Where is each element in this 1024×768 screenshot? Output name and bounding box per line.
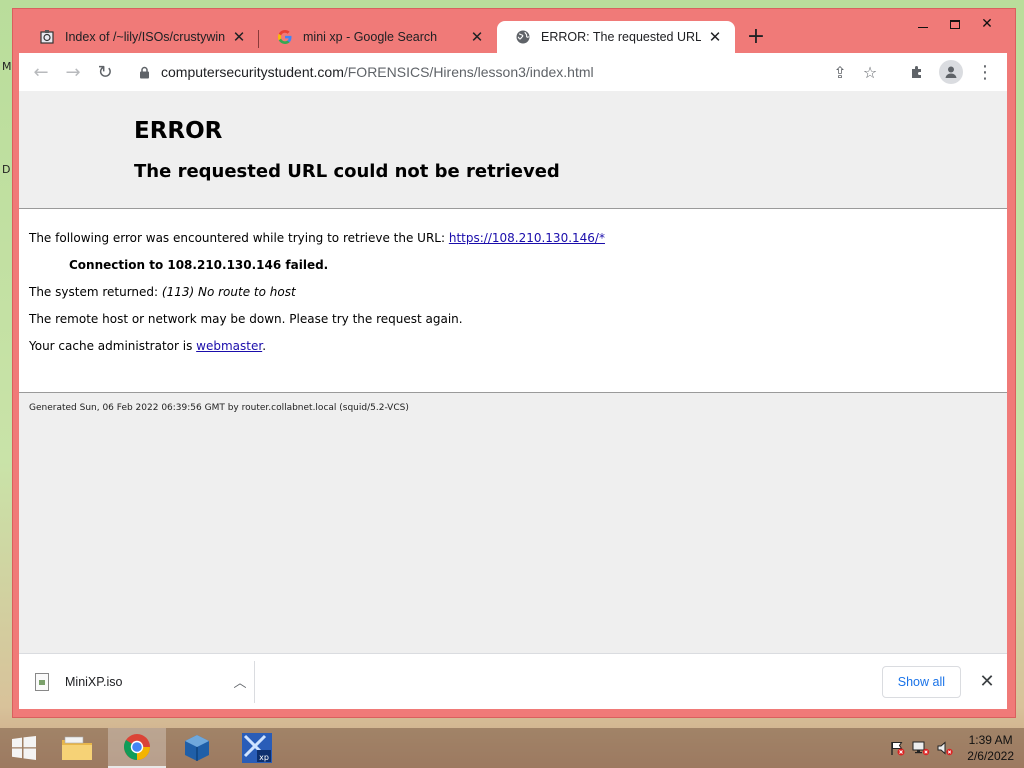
page-title: ERROR — [134, 118, 223, 144]
bookmark-star-icon[interactable]: ☆ — [855, 58, 885, 86]
file-explorer-icon[interactable] — [48, 728, 106, 768]
desktop-mark-d: D — [2, 163, 11, 176]
iso-file-icon — [35, 672, 49, 691]
virtualbox-icon[interactable] — [168, 728, 226, 768]
generated-footer-text: Generated Sun, 06 Feb 2022 06:39:56 GMT … — [29, 403, 409, 413]
minimize-button[interactable] — [907, 13, 939, 35]
address-bar[interactable]: computersecuritystudent.com/FORENSICS/Hi… — [127, 57, 893, 87]
download-item[interactable]: MiniXP.iso ︿ — [19, 660, 255, 703]
page-subtitle: The requested URL could not be retrieved — [134, 161, 560, 182]
tab-title: Index of /~lily/ISOs/crustywindo — [65, 30, 225, 44]
tab-close-button[interactable]: ✕ — [705, 27, 725, 47]
tab-error-page[interactable]: ERROR: The requested URL could ✕ — [497, 21, 735, 53]
mini-xp-icon[interactable]: xp — [228, 728, 286, 768]
tab-close-button[interactable]: ✕ — [229, 27, 249, 47]
tab-google-search[interactable]: mini xp - Google Search ✕ — [259, 21, 497, 53]
browser-window: ✕ Index of /~lily/ISOs/crustywindo ✕ min… — [12, 8, 1016, 718]
cache-admin-line: Your cache administrator is webmaster. — [29, 339, 997, 354]
taskbar-clock[interactable]: 1:39 AM 2/6/2022 — [967, 732, 1014, 764]
action-center-flag-icon[interactable] — [885, 736, 909, 760]
desktop-mark-m: M — [2, 60, 12, 73]
tab-close-button[interactable]: ✕ — [467, 27, 487, 47]
close-window-button[interactable]: ✕ — [971, 13, 1003, 35]
webmaster-link[interactable]: webmaster — [196, 339, 262, 353]
chevron-up-icon[interactable]: ︿ — [226, 672, 254, 691]
cache-admin-prefix: Your cache administrator is — [29, 339, 197, 353]
cache-admin-suffix: . — [262, 339, 267, 353]
tab-strip: Index of /~lily/ISOs/crustywindo ✕ mini … — [21, 21, 771, 53]
system-returned-detail: (113) No route to host — [161, 285, 296, 299]
back-button[interactable]: ← — [25, 56, 57, 88]
minimize-icon — [918, 26, 928, 28]
start-button[interactable] — [0, 728, 48, 768]
share-icon[interactable]: ⇪ — [825, 58, 855, 86]
tab-title: mini xp - Google Search — [303, 30, 438, 44]
google-icon — [277, 29, 293, 45]
system-tray: 1:39 AM 2/6/2022 — [885, 728, 1024, 768]
extensions-puzzle-icon[interactable] — [901, 56, 933, 88]
system-returned-line: The system returned: (113) No route to h… — [29, 285, 997, 300]
error-footer: Generated Sun, 06 Feb 2022 06:39:56 GMT … — [19, 393, 1007, 653]
forward-button[interactable]: → — [57, 56, 89, 88]
network-icon[interactable] — [909, 736, 933, 760]
maximize-button[interactable] — [939, 13, 971, 35]
svg-text:xp: xp — [259, 753, 269, 762]
clock-time: 1:39 AM — [968, 733, 1013, 747]
connection-failed-text: Connection to 108.210.130.146 failed. — [69, 258, 329, 272]
url-text[interactable]: computersecuritystudent.com/FORENSICS/Hi… — [161, 64, 825, 80]
profile-avatar-icon[interactable] — [939, 60, 963, 84]
system-returned-prefix: The system returned: — [29, 285, 162, 299]
new-tab-button[interactable]: + — [741, 21, 771, 51]
package-icon — [39, 29, 55, 45]
remote-host-down-text: The remote host or network may be down. … — [29, 312, 463, 326]
globe-icon — [515, 29, 531, 45]
windows-logo-icon — [12, 736, 36, 760]
error-body: The following error was encountered whil… — [19, 209, 1007, 393]
chrome-icon[interactable] — [108, 728, 166, 768]
maximize-icon — [950, 19, 960, 29]
download-filename: MiniXP.iso — [65, 674, 123, 689]
taskbar: xp 1:39 AM 2/6/2022 — [0, 728, 1024, 768]
menu-kebab-icon[interactable]: ⋮ — [969, 56, 1001, 88]
tab-title: ERROR: The requested URL could — [541, 30, 701, 44]
window-controls: ✕ — [907, 13, 1003, 35]
tab-index-isos[interactable]: Index of /~lily/ISOs/crustywindo ✕ — [21, 21, 259, 53]
page-content: ERROR The requested URL could not be ret… — [19, 91, 1007, 653]
url-host: computersecuritystudent.com — [161, 64, 344, 80]
download-bar: MiniXP.iso ︿ Show all ✕ — [19, 653, 1007, 709]
volume-muted-icon[interactable] — [933, 736, 957, 760]
error-line-url: The following error was encountered whil… — [29, 231, 997, 246]
browser-toolbar: ← → ↻ computersecuritystudent.com/FORENS… — [19, 53, 1007, 91]
show-all-button[interactable]: Show all — [881, 665, 961, 698]
reload-button[interactable]: ↻ — [89, 56, 121, 88]
lock-icon[interactable] — [137, 65, 151, 79]
error-header: ERROR The requested URL could not be ret… — [19, 91, 1007, 209]
close-download-bar-button[interactable]: ✕ — [969, 664, 1005, 700]
failed-url-link[interactable]: https://108.210.130.146/* — [449, 231, 605, 245]
url-path: /FORENSICS/Hirens/lesson3/index.html — [343, 64, 594, 80]
clock-date: 2/6/2022 — [967, 749, 1014, 763]
error-line-url-prefix: The following error was encountered whil… — [29, 231, 449, 245]
